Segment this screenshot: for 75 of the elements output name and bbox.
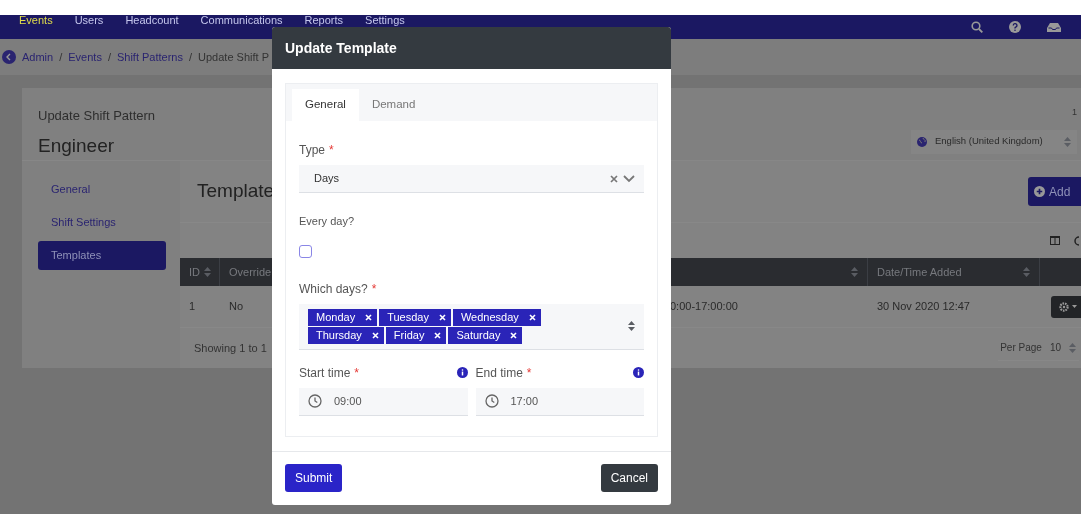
tab[interactable]: General (292, 89, 359, 121)
every-day-checkbox[interactable] (299, 244, 312, 258)
breadcrumb-separator: / (59, 49, 63, 65)
remove-tag-icon[interactable] (510, 331, 518, 339)
count-text: 1 (1072, 106, 1077, 119)
clock-icon (484, 394, 499, 408)
breadcrumb-separator: / (107, 49, 111, 65)
day-tag: Friday (385, 326, 447, 344)
page-subtitle: Update Shift Pattern (38, 107, 156, 125)
inbox-icon[interactable] (1047, 21, 1061, 33)
remove-tag-icon[interactable] (438, 313, 446, 321)
nav-link[interactable]: Communications (200, 15, 283, 26)
which-days-label: Which days? (299, 280, 368, 298)
table-cell-text: 30 Nov 2020 12:47 (876, 299, 971, 315)
nav-link[interactable]: Reports (304, 15, 344, 26)
nav-link[interactable]: Settings (365, 15, 405, 26)
day-tag: Thursday (308, 326, 384, 344)
panel-title: Template (197, 179, 275, 204)
day-tag: Wednesday (452, 308, 541, 326)
back-icon[interactable] (2, 50, 16, 64)
page-title: Engineer (38, 133, 116, 158)
type-select[interactable]: Days (299, 165, 644, 193)
required-mark: * (329, 142, 334, 159)
nav-link[interactable]: Headcount (125, 15, 179, 26)
globe-icon (917, 136, 927, 147)
tab[interactable]: Demand (358, 89, 429, 121)
modal-title: Update Template (285, 38, 397, 58)
table-cell-text: 0:00-17:00:00 (670, 299, 739, 315)
cancel-button[interactable]: Cancel (600, 464, 658, 492)
plus-circle-icon (1034, 186, 1045, 197)
pagination-summary: Showing 1 to 1 (194, 340, 267, 356)
breadcrumb-separator: / (189, 49, 193, 65)
time-label: End time (475, 364, 523, 382)
every-day-label: Every day? (299, 214, 356, 229)
search-icon[interactable] (971, 21, 983, 33)
chevron-down-icon (623, 174, 635, 183)
clear-icon[interactable] (610, 174, 618, 183)
remove-tag-icon[interactable] (528, 313, 536, 321)
language-select[interactable]: English (United Kingdom) (911, 129, 1077, 154)
sort-icon (1023, 267, 1030, 277)
table-cell-text: No (228, 299, 245, 315)
table-cell-text: 1 (188, 299, 197, 315)
time-field[interactable]: 17:00 (475, 387, 644, 416)
sort-icon (851, 267, 858, 277)
day-tag: Saturday (448, 326, 523, 344)
select-arrows-icon (1069, 342, 1076, 353)
required-mark: * (526, 364, 532, 382)
remove-tag-icon[interactable] (434, 331, 442, 339)
nav-link[interactable]: Users (74, 15, 104, 26)
columns-icon[interactable] (1050, 236, 1060, 245)
days-multiselect[interactable]: Monday Tuesday Wednesday Thursday Friday Saturday (299, 303, 644, 350)
day-tag: Monday (308, 308, 378, 326)
required-mark: * (371, 280, 377, 298)
help-icon[interactable] (1009, 21, 1021, 33)
remove-tag-icon[interactable] (371, 331, 379, 339)
time-label: Start time (299, 364, 351, 382)
remove-tag-icon[interactable] (365, 313, 373, 321)
gear-menu-button[interactable] (1051, 295, 1081, 318)
nav-link[interactable]: Events (19, 15, 53, 26)
submit-button[interactable]: Submit (285, 464, 343, 492)
clock-icon (308, 394, 322, 408)
caret-icon (1072, 305, 1077, 308)
select-arrows-icon (628, 321, 635, 331)
sort-icon (204, 267, 211, 277)
side-menu-item[interactable]: Templates (38, 241, 166, 270)
add-button[interactable]: Add (1028, 177, 1081, 206)
day-tag: Tuesday (379, 308, 451, 326)
info-icon[interactable] (456, 367, 468, 378)
required-mark: * (354, 364, 360, 382)
refresh-icon[interactable] (1074, 235, 1079, 246)
select-arrows-icon (1064, 136, 1071, 147)
gear-icon (1059, 301, 1069, 312)
type-label: Type (299, 142, 325, 159)
time-field[interactable]: 09:00 (299, 387, 468, 416)
info-icon[interactable] (633, 367, 644, 378)
